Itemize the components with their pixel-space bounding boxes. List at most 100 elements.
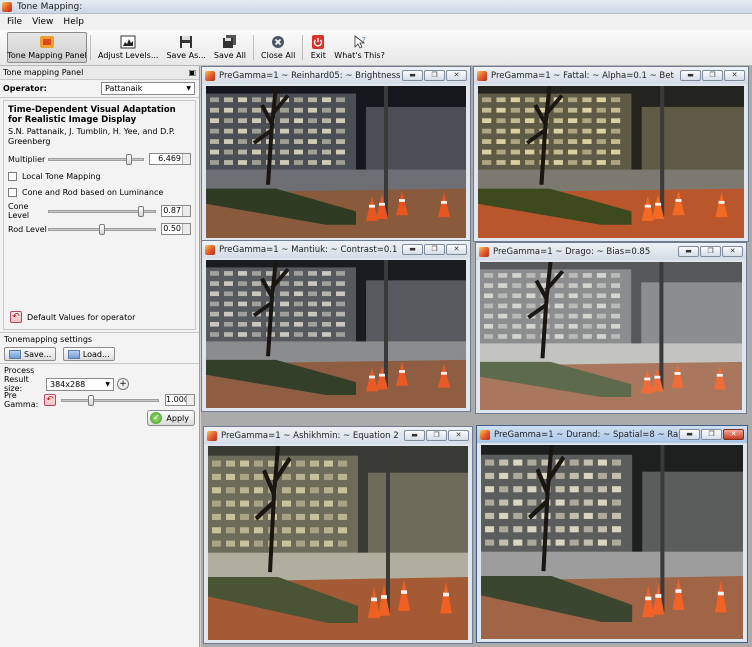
menu-view[interactable]: View: [27, 17, 58, 27]
building-window: [322, 281, 331, 286]
pregamma-slider[interactable]: [61, 394, 159, 406]
minimize-icon[interactable]: ▬: [404, 430, 425, 441]
subwindow-title: PreGamma=1 ~ Drago: ~ Bias=0.85: [493, 246, 651, 257]
building-window: [210, 332, 219, 337]
minimize-icon[interactable]: ▬: [680, 70, 701, 81]
close-icon[interactable]: ✕: [446, 70, 467, 81]
restore-icon[interactable]: ❐: [426, 430, 447, 441]
menu-file[interactable]: File: [2, 17, 27, 27]
minimize-icon[interactable]: ▬: [402, 244, 423, 255]
exit-button[interactable]: Exit: [306, 30, 330, 65]
building-window: [322, 291, 331, 297]
add-size-icon[interactable]: +: [117, 378, 129, 390]
close-icon[interactable]: ✕: [723, 429, 744, 440]
title-bar: Tone Mapping:: [0, 0, 752, 14]
rod-level-spinbox[interactable]: 0.50: [161, 223, 191, 235]
menu-help[interactable]: Help: [58, 17, 89, 27]
adjust-levels-label: Adjust Levels...: [98, 51, 159, 60]
building-window: [212, 460, 221, 467]
result-window-drago[interactable]: PreGamma=1 ~ Drago: ~ Bias=0.85 ▬ ❐ ✕: [475, 242, 747, 414]
undock-icon[interactable]: ▣: [188, 68, 196, 77]
restore-icon[interactable]: ❐: [424, 70, 445, 81]
cone-level-spinbox[interactable]: 0.87: [161, 205, 191, 217]
operator-select[interactable]: Pattanaik ▼: [101, 82, 195, 95]
save-settings-button[interactable]: Save...: [4, 347, 57, 361]
subwindow-titlebar[interactable]: PreGamma=1 ~ Durand: ~ Spatial=8 ~ Ra ▬ …: [477, 426, 747, 443]
restore-icon[interactable]: ❐: [701, 429, 722, 440]
restore-icon[interactable]: ❐: [700, 246, 721, 257]
minimize-icon[interactable]: ▬: [679, 429, 700, 440]
multiplier-spinbox[interactable]: 6.469: [149, 153, 191, 165]
subwindow-titlebar[interactable]: PreGamma=1 ~ Fattal: ~ Alpha=0.1 ~ Bet ▬…: [474, 67, 748, 84]
restore-icon[interactable]: ❐: [424, 244, 445, 255]
lamp-pole: [386, 446, 390, 614]
tonemapped-image: [481, 445, 743, 639]
menu-bar: File View Help: [0, 14, 752, 30]
load-settings-button[interactable]: Load...: [62, 347, 115, 361]
pregamma-spinbox[interactable]: 1.000: [165, 394, 195, 406]
tone-mapping-panel-button[interactable]: Tone Mapping Panel: [7, 32, 87, 63]
cone-stripe: [655, 594, 662, 598]
building-window: [611, 334, 621, 339]
slider-thumb[interactable]: [125, 153, 132, 165]
cone-rod-luminance-checkbox[interactable]: Cone and Rod based on Luminance: [8, 185, 191, 199]
cone-level-slider[interactable]: [48, 205, 156, 217]
checkbox-box[interactable]: [8, 187, 17, 197]
save-as-button[interactable]: Save As...: [162, 30, 209, 65]
building-window: [527, 499, 537, 506]
result-window-ashikhmin[interactable]: PreGamma=1 ~ Ashikhmin: ~ Equation 2 ▬ ❐…: [203, 426, 473, 644]
result-window-fattal[interactable]: PreGamma=1 ~ Fattal: ~ Alpha=0.1 ~ Bet ▬…: [473, 66, 749, 242]
slider-thumb[interactable]: [99, 223, 105, 235]
adjust-levels-button[interactable]: Adjust Levels...: [94, 30, 162, 65]
default-values-button[interactable]: ↶ Default Values for operator: [10, 311, 135, 323]
result-window-reinhard[interactable]: PreGamma=1 ~ Reinhard05: ~ Brightness ▬ …: [201, 66, 471, 242]
close-icon[interactable]: ✕: [446, 244, 467, 255]
subwindow-titlebar[interactable]: PreGamma=1 ~ Ashikhmin: ~ Equation 2 ▬ ❐…: [204, 427, 472, 444]
apply-button[interactable]: ✓ Apply: [147, 410, 195, 426]
building-window: [496, 139, 506, 144]
building-window: [525, 149, 535, 155]
building-window: [210, 128, 219, 134]
subwindow-titlebar[interactable]: PreGamma=1 ~ Mantiuk: ~ Contrast=0.1 ▬ ❐…: [202, 241, 470, 258]
slider-thumb[interactable]: [138, 205, 145, 217]
building-window: [583, 526, 593, 533]
cone-stripe: [443, 592, 449, 597]
local-tone-mapping-checkbox[interactable]: Local Tone Mapping: [8, 169, 191, 183]
subwindow-titlebar[interactable]: PreGamma=1 ~ Drago: ~ Bias=0.85 ▬ ❐ ✕: [476, 243, 746, 260]
minimize-icon[interactable]: ▬: [678, 246, 699, 257]
close-icon[interactable]: ✕: [722, 246, 743, 257]
rod-level-slider[interactable]: [48, 223, 156, 235]
building-window: [485, 459, 495, 466]
building-window: [296, 540, 305, 547]
close-icon[interactable]: ✕: [448, 430, 469, 441]
cone-stripe: [644, 204, 651, 208]
building-window: [496, 160, 506, 165]
building-window: [280, 321, 289, 327]
app-icon: [477, 70, 487, 81]
multiplier-slider[interactable]: [48, 153, 144, 165]
result-size-select[interactable]: 384x288 ▼: [46, 377, 114, 391]
result-window-durand[interactable]: PreGamma=1 ~ Durand: ~ Spatial=8 ~ Ra ▬ …: [476, 425, 748, 643]
building-window: [568, 293, 578, 299]
close-all-button[interactable]: Close All: [257, 30, 299, 65]
whats-this-button[interactable]: ? What's This?: [330, 30, 389, 65]
save-all-button[interactable]: Save All: [210, 30, 250, 65]
close-icon[interactable]: ✕: [724, 70, 745, 81]
building-window: [226, 460, 235, 467]
window-buttons: ▬ ❐ ✕: [403, 430, 469, 441]
reset-pregamma-icon[interactable]: ↶: [44, 394, 56, 406]
subwindow-title: PreGamma=1 ~ Durand: ~ Spatial=8 ~ Ra: [494, 429, 678, 440]
building-window: [596, 139, 606, 144]
restore-icon[interactable]: ❐: [702, 70, 723, 81]
checkbox-box[interactable]: [8, 171, 17, 181]
tonemapping-settings: Tonemapping settings Save... Load...: [0, 332, 199, 363]
subwindow-titlebar[interactable]: PreGamma=1 ~ Reinhard05: ~ Brightness ▬ …: [202, 67, 470, 84]
building-window: [224, 149, 233, 155]
minimize-icon[interactable]: ▬: [402, 70, 423, 81]
result-window-mantiuk[interactable]: PreGamma=1 ~ Mantiuk: ~ Contrast=0.1 ▬ ❐…: [201, 240, 471, 412]
building-window: [555, 512, 565, 519]
building-window: [512, 303, 522, 309]
building-window: [210, 321, 219, 327]
slider-thumb[interactable]: [87, 394, 94, 406]
building-window: [482, 128, 492, 134]
